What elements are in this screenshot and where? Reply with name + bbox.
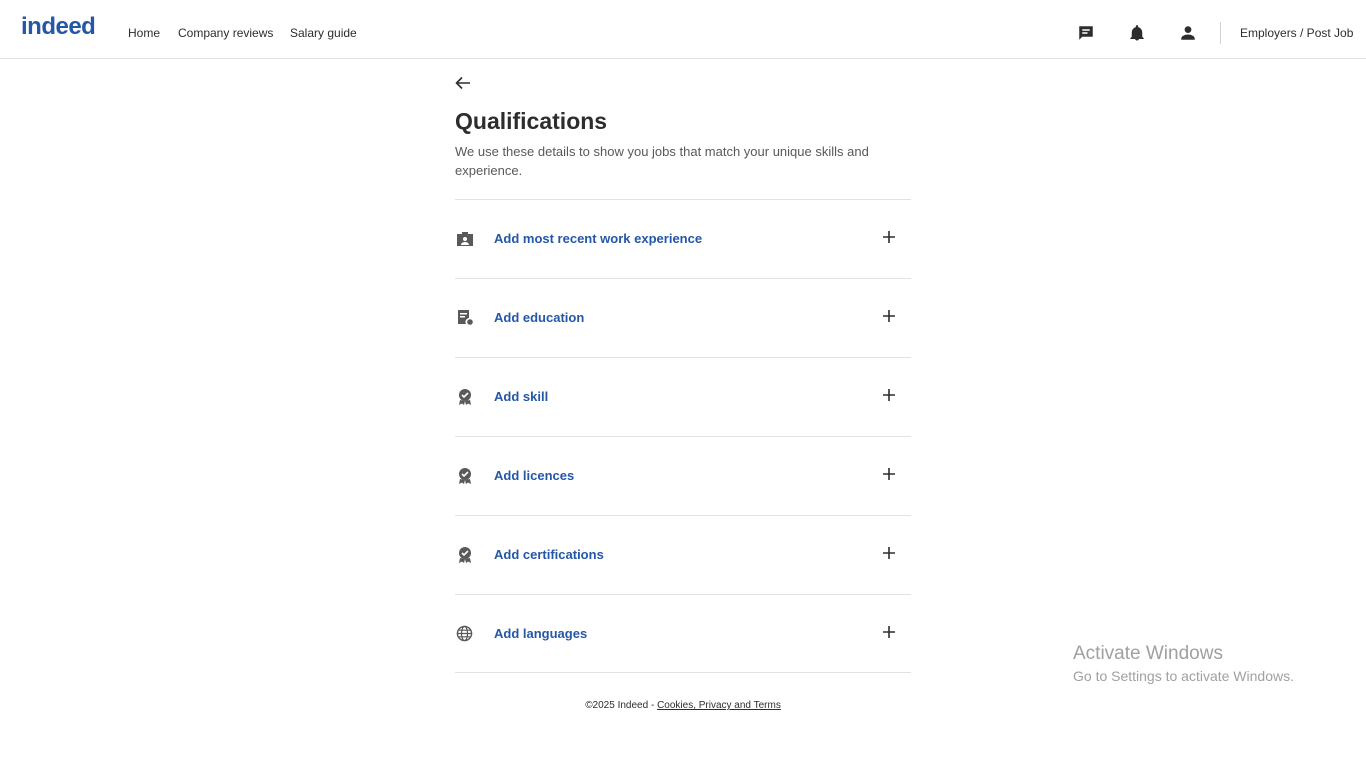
nav-company-reviews[interactable]: Company reviews xyxy=(178,25,273,41)
globe-icon xyxy=(455,624,474,643)
profile-icon[interactable] xyxy=(1177,22,1199,44)
notifications-icon[interactable] xyxy=(1126,22,1148,44)
certification-badge-icon xyxy=(455,545,474,564)
windows-activation-watermark: Activate Windows Go to Settings to activ… xyxy=(1073,642,1294,686)
watermark-title: Activate Windows xyxy=(1073,643,1223,664)
plus-icon[interactable] xyxy=(881,624,897,640)
plus-icon[interactable] xyxy=(881,308,897,324)
plus-icon[interactable] xyxy=(881,466,897,482)
education-icon xyxy=(455,308,474,327)
licence-badge-icon xyxy=(455,466,474,485)
plus-icon[interactable] xyxy=(881,387,897,403)
work-experience-icon xyxy=(455,229,474,248)
plus-icon[interactable] xyxy=(881,545,897,561)
watermark-subtitle: Go to Settings to activate Windows. xyxy=(1073,668,1294,684)
add-certifications-label[interactable]: Add certifications xyxy=(494,546,604,564)
add-licences-label[interactable]: Add licences xyxy=(494,467,574,485)
plus-icon[interactable] xyxy=(881,229,897,245)
add-licences-row[interactable]: Add licences xyxy=(455,436,911,515)
add-languages-row[interactable]: Add languages xyxy=(455,594,911,673)
back-arrow-icon[interactable] xyxy=(453,74,473,92)
qualifications-list: Add most recent work experience Add educ… xyxy=(455,199,911,673)
add-education-row[interactable]: Add education xyxy=(455,278,911,357)
page-title: Qualifications xyxy=(455,108,608,134)
add-education-label[interactable]: Add education xyxy=(494,309,584,327)
footer-copyright: ©2025 Indeed - xyxy=(585,700,658,711)
add-work-experience-row[interactable]: Add most recent work experience xyxy=(455,199,911,278)
nav-salary-guide[interactable]: Salary guide xyxy=(290,25,357,41)
employers-post-job-link[interactable]: Employers / Post Job xyxy=(1240,25,1353,41)
messages-icon[interactable] xyxy=(1075,22,1097,44)
add-work-experience-label[interactable]: Add most recent work experience xyxy=(494,230,702,248)
add-skill-label[interactable]: Add skill xyxy=(494,388,548,406)
header-divider xyxy=(1220,22,1221,44)
nav-home[interactable]: Home xyxy=(128,25,160,41)
top-header: indeed Home Company reviews Salary guide… xyxy=(0,0,1366,59)
indeed-logo[interactable]: indeed xyxy=(21,13,96,41)
add-certifications-row[interactable]: Add certifications xyxy=(455,515,911,594)
page-subtitle: We use these details to show you jobs th… xyxy=(455,144,869,178)
add-skill-row[interactable]: Add skill xyxy=(455,357,911,436)
footer: ©2025 Indeed - Cookies, Privacy and Term… xyxy=(0,699,1366,713)
add-languages-label[interactable]: Add languages xyxy=(494,625,587,643)
skill-badge-icon xyxy=(455,387,474,406)
footer-terms-link[interactable]: Cookies, Privacy and Terms xyxy=(657,700,781,711)
